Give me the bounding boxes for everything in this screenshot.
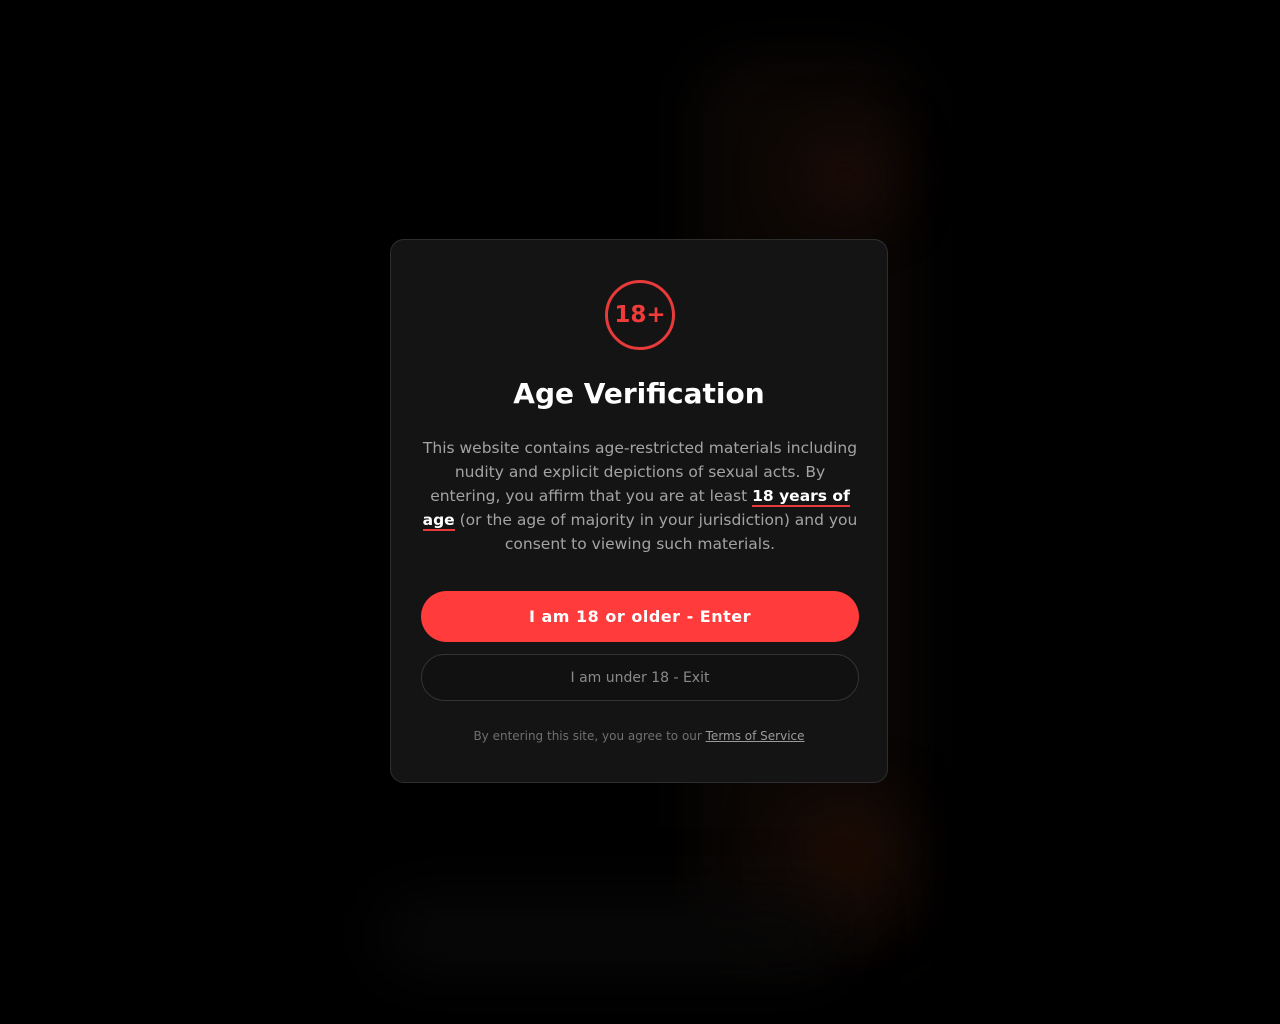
age-warning-description: This website contains age-restricted mat… [421,436,859,556]
age-verification-modal: 18+ Age Verification This website contai… [390,239,888,783]
age-18-plus-badge: 18+ [605,280,675,350]
modal-title: Age Verification [513,377,765,410]
background-glow [790,800,900,910]
terms-of-service-link[interactable]: Terms of Service [706,729,805,743]
description-text-continued: (or the age of majority in your jurisdic… [454,511,858,553]
background-glow [800,140,890,210]
terms-notice: By entering this site, you agree to our … [391,727,887,745]
background-glow [380,900,840,970]
terms-notice-text: By entering this site, you agree to our [473,729,706,743]
enter-site-button[interactable]: I am 18 or older - Enter [421,591,859,642]
exit-site-button[interactable]: I am under 18 - Exit [421,654,859,701]
